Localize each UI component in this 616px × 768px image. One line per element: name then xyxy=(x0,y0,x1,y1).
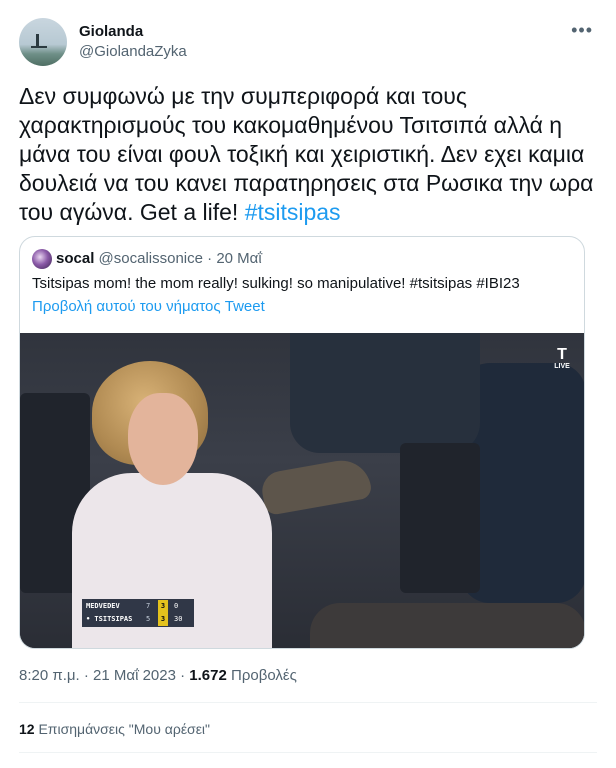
views-label: Προβολές xyxy=(231,667,297,684)
tennis-channel-icon: T xyxy=(557,346,567,363)
quoted-tweet[interactable]: socal @socalissonice · 20 Μαΐ Tsitsipas … xyxy=(19,236,585,649)
quoted-separator: · xyxy=(207,250,213,267)
scoreboard-row: MEDVEDEV 7 3 0 xyxy=(86,600,190,613)
tweet-text: Δεν συμφωνώ με την συμπεριφορά και τους … xyxy=(19,82,599,227)
player-points: 30 xyxy=(174,615,183,623)
views-count: 1.672 xyxy=(189,667,227,684)
player-games: 3 xyxy=(158,600,168,613)
player-points: 0 xyxy=(174,602,179,610)
stadium-seat xyxy=(400,443,480,593)
player-sets: 7 xyxy=(146,602,151,610)
foreground-heads xyxy=(310,603,584,648)
meta-separator: · xyxy=(83,667,89,684)
spectator-woman-face xyxy=(128,393,198,485)
player-sets: 5 xyxy=(146,615,151,623)
author-names: Giolanda @GiolandaZyka xyxy=(79,22,187,62)
background-spectator-top xyxy=(290,333,480,453)
tweet-time[interactable]: 8:20 π.μ. xyxy=(19,667,80,684)
quoted-tweet-image[interactable]: T LIVE MEDVEDEV 7 3 0 • TSITSIPAS 5 3 30 xyxy=(20,333,584,648)
broadcast-live-logo: T LIVE xyxy=(550,346,574,371)
tweet-timestamp-row: 8:20 π.μ. · 21 Μαΐ 2023 · 1.672 Προβολές xyxy=(19,666,297,686)
avatar-paddler-figure xyxy=(36,34,39,46)
scoreboard: MEDVEDEV 7 3 0 • TSITSIPAS 5 3 30 xyxy=(82,599,194,627)
more-horizontal-icon[interactable]: ••• xyxy=(571,20,593,41)
show-thread-link[interactable]: Προβολή αυτού του νήματος Tweet xyxy=(32,297,265,317)
player-name: MEDVEDEV xyxy=(86,602,120,610)
author-display-name[interactable]: Giolanda xyxy=(79,22,187,42)
meta-separator: · xyxy=(180,667,186,684)
tweet-date[interactable]: 21 Μαΐ 2023 xyxy=(93,667,176,684)
player-games: 3 xyxy=(158,613,168,626)
divider xyxy=(19,752,597,753)
quoted-author-handle[interactable]: @socalissonice xyxy=(99,250,203,267)
author-avatar[interactable] xyxy=(19,18,67,66)
quoted-author-avatar[interactable] xyxy=(32,249,52,269)
scoreboard-row: • TSITSIPAS 5 3 30 xyxy=(86,613,190,626)
tweet-hashtag-link[interactable]: #tsitsipas xyxy=(245,199,341,225)
likes-label: Επισημάνσεις "Μου αρέσει" xyxy=(38,721,211,737)
likes-count: 12 xyxy=(19,721,35,737)
avatar-paddleboard xyxy=(31,46,47,48)
tweet-header: Giolanda @GiolandaZyka ••• xyxy=(19,18,597,70)
player-name: • TSITSIPAS xyxy=(86,615,133,623)
quoted-author-name[interactable]: socal xyxy=(56,250,94,267)
quoted-tweet-header: socal @socalissonice · 20 Μαΐ xyxy=(32,249,262,269)
author-handle[interactable]: @GiolandaZyka xyxy=(79,42,187,62)
likes-row[interactable]: 12 Επισημάνσεις "Μου αρέσει" xyxy=(19,720,210,738)
quoted-tweet-text: Tsitsipas mom! the mom really! sulking! … xyxy=(32,275,520,292)
live-label: LIVE xyxy=(554,363,570,370)
divider xyxy=(19,702,597,703)
quoted-date[interactable]: 20 Μαΐ xyxy=(216,250,261,267)
